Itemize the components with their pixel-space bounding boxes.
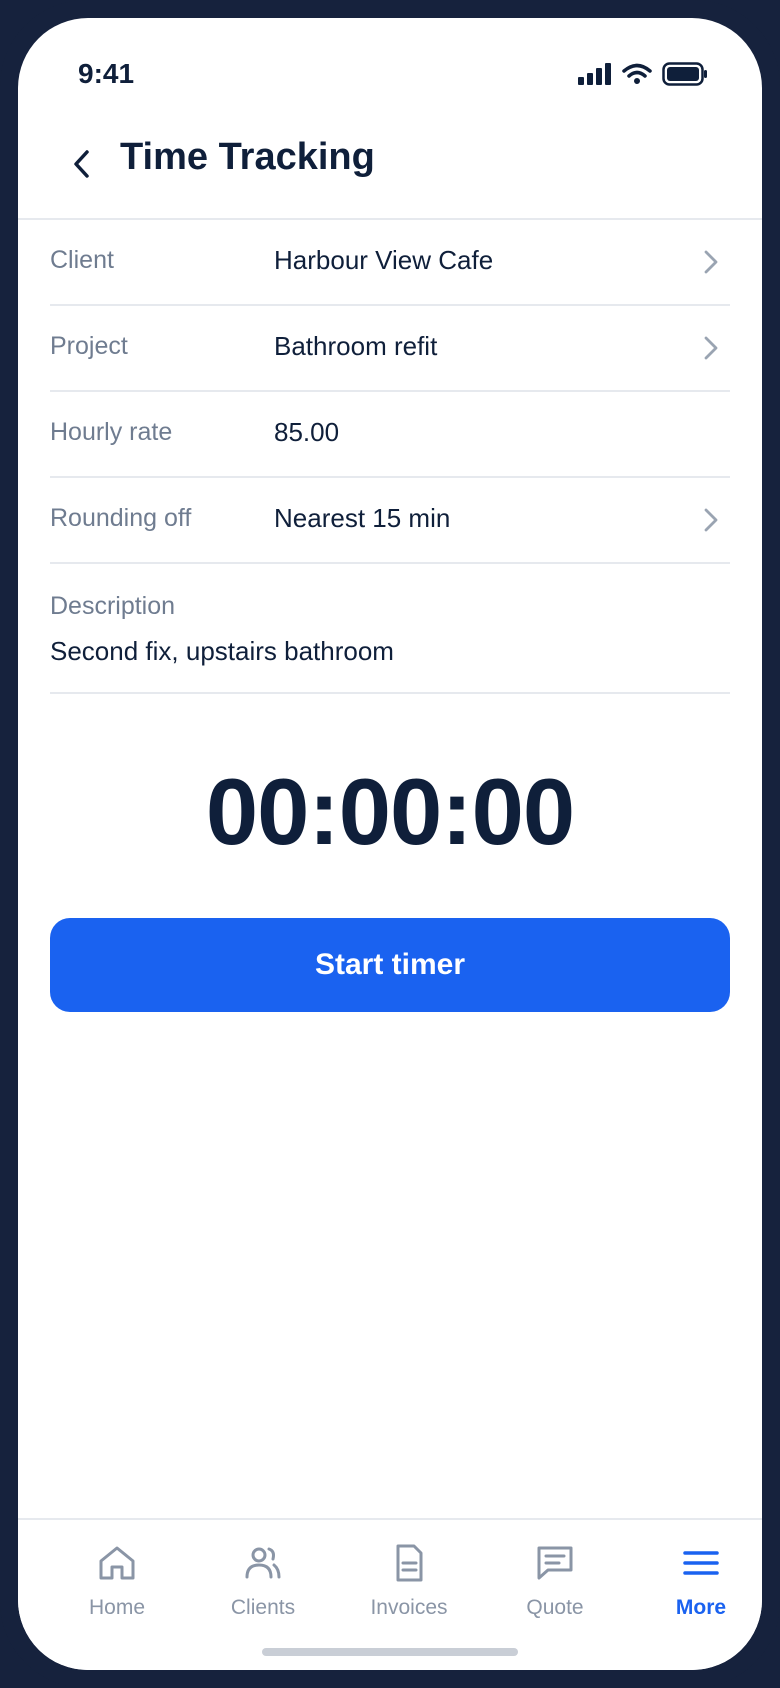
hourly-rate-label: Hourly rate (50, 418, 173, 446)
back-button[interactable] (60, 142, 104, 186)
tab-quote-label: Quote (526, 1596, 584, 1619)
chevron-left-icon (74, 150, 89, 178)
tab-home-label: Home (88, 1596, 146, 1619)
client-row[interactable]: Client Harbour View Cafe (50, 220, 730, 306)
client-label: Client (50, 246, 114, 274)
rounding-value: Nearest 15 min (274, 503, 451, 533)
status-icons (578, 62, 708, 86)
time-entry-form: Client Harbour View Cafe Project Bathroo… (50, 220, 730, 694)
chevron-right-icon (704, 250, 718, 274)
page-title: Time Tracking (120, 136, 375, 178)
client-value: Harbour View Cafe (274, 245, 494, 275)
tab-more[interactable]: More (628, 1538, 762, 1638)
header: Time Tracking (18, 118, 762, 220)
tab-invoices-label: Invoices (370, 1596, 448, 1619)
description-value[interactable]: Second fix, upstairs bathroom (50, 636, 394, 667)
description-label: Description (50, 592, 176, 620)
screen: 9:41 Time Tracking Client Harbour View C… (18, 18, 762, 1670)
invoice-icon (396, 1544, 423, 1582)
start-timer-button[interactable]: Start timer (50, 918, 730, 1012)
home-indicator (262, 1648, 518, 1656)
tab-home[interactable]: Home (44, 1538, 190, 1638)
menu-icon (683, 1551, 719, 1575)
tab-clients[interactable]: Clients (190, 1538, 336, 1638)
device-frame: 9:41 Time Tracking Client Harbour View C… (0, 0, 780, 1688)
quote-icon (537, 1546, 573, 1580)
project-value: Bathroom refit (274, 331, 438, 361)
project-label: Project (50, 332, 128, 360)
chevron-right-icon (704, 508, 718, 532)
tab-invoices[interactable]: Invoices (336, 1538, 482, 1638)
timer-display: 00:00:00 (205, 759, 575, 864)
description-field[interactable]: Description Second fix, upstairs bathroo… (50, 564, 730, 694)
wifi-icon (622, 63, 652, 84)
tab-more-label: More (675, 1596, 727, 1619)
battery-icon (662, 62, 707, 86)
home-icon (99, 1546, 135, 1580)
signal-icon (578, 63, 611, 85)
tab-quote[interactable]: Quote (482, 1538, 628, 1638)
project-row[interactable]: Project Bathroom refit (50, 306, 730, 392)
tab-clients-label: Clients (230, 1596, 296, 1619)
chevron-right-icon (704, 336, 718, 360)
clients-icon (245, 1547, 281, 1579)
status-time: 9:41 (78, 58, 135, 89)
hourly-rate-value[interactable]: 85.00 (274, 417, 339, 448)
hourly-rate-row[interactable]: Hourly rate 85.00 (50, 392, 730, 478)
rounding-label: Rounding off (50, 504, 192, 532)
rounding-row[interactable]: Rounding off Nearest 15 min (50, 478, 730, 564)
